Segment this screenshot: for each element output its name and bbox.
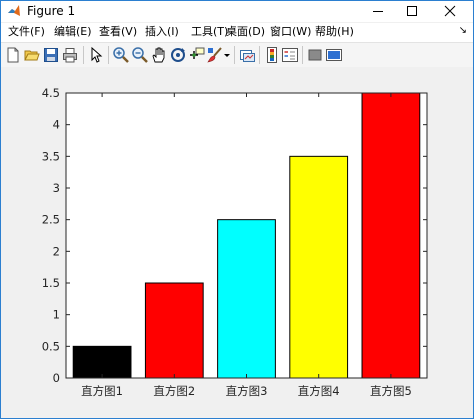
toolbar-separator: [83, 46, 84, 64]
insert-legend-icon[interactable]: [281, 46, 299, 64]
title-bar[interactable]: Figure 1: [1, 1, 473, 22]
bar-chart[interactable]: 0 0.5 1 1.5 2 2.5 3 3.5 4 4.5 直方图1 直方图2 直方图3 直方图4 直方图5: [1, 67, 473, 418]
menu-view[interactable]: 查看(V): [99, 25, 137, 39]
x-tick-label: 直方图3: [226, 384, 268, 398]
menu-tools[interactable]: 工具(T): [191, 25, 228, 39]
brush-icon[interactable]: [206, 46, 224, 64]
open-file-icon[interactable]: [23, 46, 41, 64]
menu-window[interactable]: 窗口(W): [270, 25, 311, 39]
y-tick-label: 0: [53, 371, 60, 385]
matlab-logo-icon: [8, 5, 20, 16]
menu-file[interactable]: 文件(F): [8, 25, 45, 39]
toolbar-separator: [259, 46, 260, 64]
figure-toolbar: [1, 42, 473, 68]
data-cursor-icon[interactable]: [188, 46, 206, 64]
bar[interactable]: [289, 155, 349, 379]
y-tick-label: 1: [53, 308, 60, 322]
window-title: Figure 1: [27, 4, 76, 18]
new-figure-icon[interactable]: [4, 46, 22, 64]
edit-plot-arrow-icon[interactable]: [87, 46, 105, 64]
bar[interactable]: [361, 92, 421, 379]
y-tick-label: 1.5: [42, 276, 60, 290]
print-icon[interactable]: [61, 46, 79, 64]
y-tick-label: 3.5: [42, 149, 60, 163]
menu-desktop[interactable]: 桌面(D): [226, 25, 265, 39]
y-tick-label: 2: [53, 244, 60, 258]
zoom-in-icon[interactable]: [112, 46, 130, 64]
y-tick-label: 4: [53, 118, 60, 132]
maximize-button[interactable]: [395, 1, 429, 22]
maximize-icon: [407, 6, 417, 16]
save-icon[interactable]: [42, 46, 60, 64]
y-tick-label: 2.5: [42, 213, 60, 227]
menu-bar: 文件(F) 编辑(E) 查看(V) 插入(I) 工具(T) 桌面(D) 窗口(W…: [1, 23, 473, 42]
minimize-button[interactable]: [361, 1, 395, 22]
insert-colorbar-icon[interactable]: [263, 46, 281, 64]
bar[interactable]: [72, 345, 132, 379]
toolbar-separator: [302, 46, 303, 64]
close-icon: [444, 5, 456, 17]
close-button[interactable]: [433, 1, 467, 22]
pan-hand-icon[interactable]: [150, 46, 168, 64]
toolbar-separator: [108, 46, 109, 64]
bar[interactable]: [217, 219, 276, 379]
rotate-3d-icon[interactable]: [169, 46, 187, 64]
y-tick-label: 4.5: [42, 86, 60, 100]
minimize-icon: [373, 11, 383, 12]
y-tick-label: 3: [53, 181, 60, 195]
figure-window: Figure 1 文件(F) 编辑(E) 查看(V) 插入(I) 工具(T) 桌…: [0, 0, 474, 419]
toolbar-separator: [234, 46, 235, 64]
show-plot-tools-icon[interactable]: [325, 46, 343, 64]
figure-canvas[interactable]: 0 0.5 1 1.5 2 2.5 3 3.5 4 4.5 直方图1 直方图2 直方图3 直方图4 直方图5: [1, 67, 473, 418]
menu-overflow-icon[interactable]: ↘: [459, 25, 467, 36]
x-tick-label: 直方图4: [298, 384, 340, 398]
brush-dropdown-icon[interactable]: [223, 46, 231, 64]
hide-plot-tools-icon[interactable]: [306, 46, 324, 64]
bar[interactable]: [144, 282, 204, 379]
x-tick-label: 直方图1: [81, 384, 123, 398]
menu-insert[interactable]: 插入(I): [145, 25, 179, 39]
menu-edit[interactable]: 编辑(E): [54, 25, 92, 39]
zoom-out-icon[interactable]: [131, 46, 149, 64]
x-tick-label: 直方图2: [153, 384, 195, 398]
link-plot-icon[interactable]: [238, 46, 256, 64]
menu-help[interactable]: 帮助(H): [315, 25, 354, 39]
x-tick-label: 直方图5: [370, 384, 412, 398]
y-tick-label: 0.5: [42, 339, 60, 353]
